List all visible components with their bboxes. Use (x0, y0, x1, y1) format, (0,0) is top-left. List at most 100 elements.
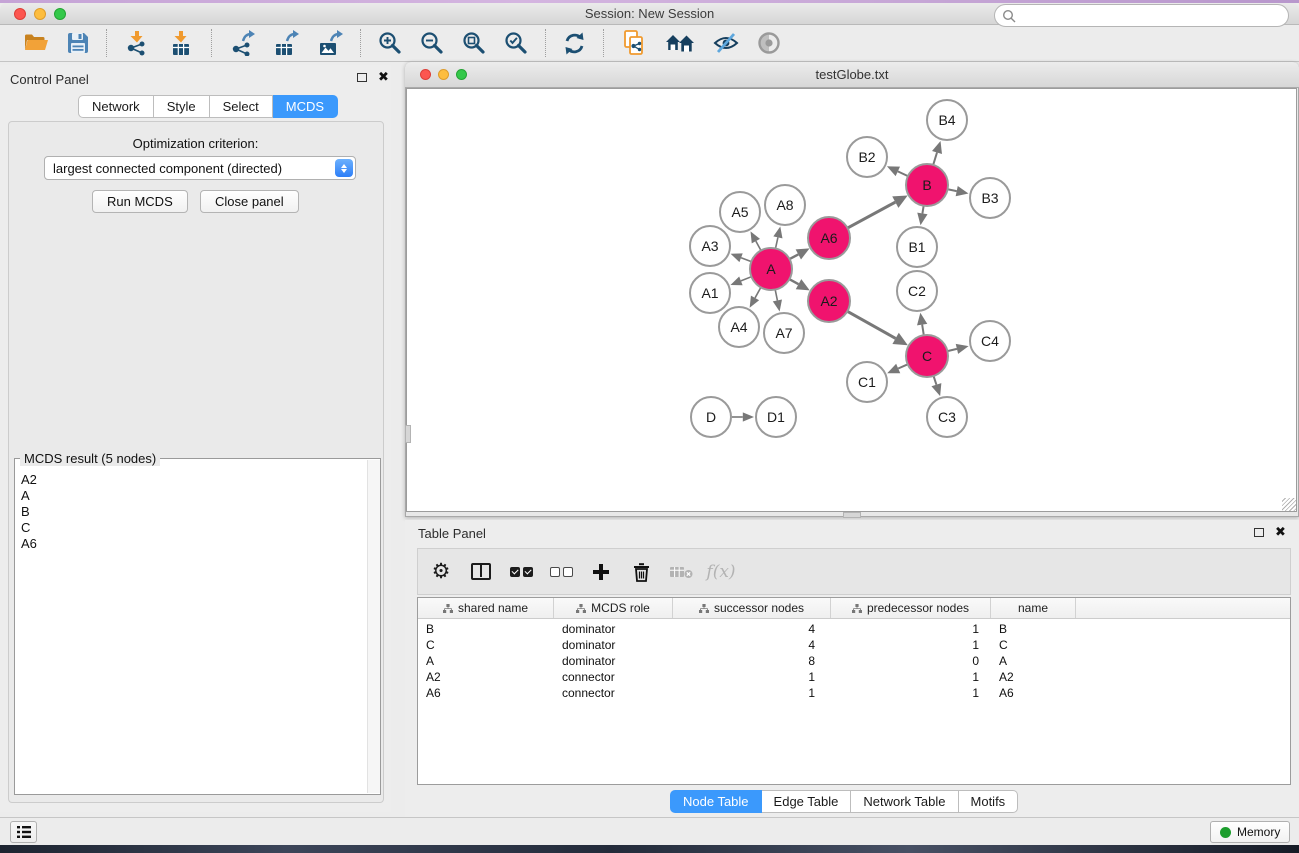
graph-edge-B-B2[interactable] (898, 171, 908, 176)
network-graph[interactable]: B4B2BB3A8A5A6A3B1AC2A1A2A4A7C4CC1C3DD1 (407, 89, 1296, 511)
column-header-name[interactable]: name (991, 598, 1076, 618)
run-mcds-button[interactable]: Run MCDS (92, 190, 188, 213)
tab-motifs[interactable]: Motifs (959, 790, 1019, 813)
minimize-window-button[interactable] (34, 8, 46, 20)
tab-network[interactable]: Network (78, 95, 154, 118)
mcds-result-item[interactable]: A (15, 488, 366, 504)
hide-details-button[interactable] (704, 27, 748, 59)
graph-edge-A-A4[interactable] (755, 287, 761, 298)
graph-edge-B-B3[interactable] (948, 189, 957, 191)
control-panel-title: Control Panel (10, 72, 89, 87)
zoom-in-button[interactable] (369, 27, 411, 59)
import-network-button[interactable] (115, 27, 159, 59)
graph-edge-C-C4[interactable] (947, 349, 956, 351)
criterion-dropdown[interactable]: largest connected component (directed) (44, 156, 356, 180)
close-view-button[interactable] (420, 69, 431, 80)
graph-edge-A-A5[interactable] (756, 241, 761, 250)
close-window-button[interactable] (14, 8, 26, 20)
graph-edge-A-A7[interactable] (775, 290, 777, 301)
tab-edge-table[interactable]: Edge Table (762, 790, 852, 813)
toggle-split-view-button[interactable] (466, 554, 496, 590)
mcds-result-item[interactable]: A2 (15, 472, 366, 488)
create-column-button[interactable] (586, 554, 616, 590)
graph-edge-A-A1[interactable] (741, 277, 752, 281)
table-cell: connector (554, 685, 673, 701)
clone-network-button[interactable] (612, 27, 656, 59)
table-row[interactable]: A2connector11A2 (418, 669, 1290, 685)
export-image-button[interactable] (308, 27, 352, 59)
tab-select[interactable]: Select (210, 95, 273, 118)
wallpaper-strip-bottom (0, 845, 1299, 853)
graph-edge-A-A8[interactable] (775, 237, 777, 248)
search-input[interactable] (1016, 7, 1288, 25)
graph-edge-B-B1[interactable] (922, 206, 923, 214)
column-header-MCDS-role[interactable]: MCDS role (554, 598, 673, 618)
tab-node-table[interactable]: Node Table (670, 790, 762, 813)
minimize-view-button[interactable] (438, 69, 449, 80)
save-session-button[interactable] (58, 27, 98, 59)
close-panel-button[interactable]: Close panel (200, 190, 299, 213)
tab-network-table[interactable]: Network Table (851, 790, 958, 813)
column-header-predecessor-nodes[interactable]: predecessor nodes (831, 598, 991, 618)
zoom-window-button[interactable] (54, 8, 66, 20)
search-icon (1002, 9, 1016, 23)
table-row[interactable]: Bdominator41B (418, 621, 1290, 637)
table-cell: dominator (554, 653, 673, 669)
close-panel-icon[interactable]: ✖ (1275, 527, 1286, 537)
splitter-handle-bottom[interactable] (843, 512, 861, 518)
mcds-result-list[interactable]: A2ABCA6 (15, 472, 366, 793)
table-cell: 1 (831, 669, 991, 685)
column-header-successor-nodes[interactable]: successor nodes (673, 598, 831, 618)
graph-edge-arrowhead (773, 300, 782, 312)
float-panel-icon[interactable] (1254, 528, 1264, 537)
column-settings-button[interactable]: ⚙ (426, 554, 456, 590)
browse-home-button[interactable] (656, 27, 704, 59)
zoom-out-button[interactable] (411, 27, 453, 59)
plus-icon (592, 563, 610, 581)
deselect-all-rows-button[interactable] (546, 554, 576, 590)
table-cell: A6 (418, 685, 554, 701)
delete-table-button[interactable] (666, 554, 696, 590)
export-table-button[interactable] (264, 27, 308, 59)
splitter-handle-left[interactable] (405, 425, 411, 443)
mcds-result-item[interactable]: C (15, 520, 366, 536)
mcds-result-scrollbar[interactable] (367, 460, 380, 793)
function-builder-button[interactable]: f(x) (706, 554, 736, 590)
column-header-shared-name[interactable]: shared name (418, 598, 554, 618)
graph-edge-C-C2[interactable] (922, 325, 924, 336)
graph-edge-C-C3[interactable] (934, 376, 937, 385)
zoom-selected-button[interactable] (495, 27, 537, 59)
refresh-layout-button[interactable] (554, 27, 595, 59)
table-row[interactable]: Cdominator41C (418, 637, 1290, 653)
zoom-fit-button[interactable] (453, 27, 495, 59)
select-all-rows-button[interactable] (506, 554, 536, 590)
graph-edge-C-C1[interactable] (898, 364, 908, 368)
open-session-button[interactable] (14, 27, 58, 59)
tab-mcds[interactable]: MCDS (273, 95, 338, 118)
table-row[interactable]: A6connector11A6 (418, 685, 1290, 701)
zoom-fit-icon (462, 31, 486, 55)
table-row[interactable]: Adominator80A (418, 653, 1290, 669)
graph-edge-A-A2[interactable] (789, 279, 798, 284)
graph-edge-A-A6[interactable] (790, 254, 799, 259)
show-details-button[interactable] (748, 27, 790, 59)
export-network-button[interactable] (220, 27, 264, 59)
float-panel-icon[interactable] (357, 73, 367, 82)
mcds-result-item[interactable]: B (15, 504, 366, 520)
delete-columns-button[interactable] (626, 554, 656, 590)
network-canvas[interactable]: B4B2BB3A8A5A6A3B1AC2A1A2A4A7C4CC1C3DD1 (406, 88, 1297, 512)
table-cell: dominator (554, 621, 673, 637)
graph-edge-B-B4[interactable] (933, 152, 937, 164)
graph-edge-A2-C[interactable] (847, 311, 895, 338)
memory-button[interactable]: Memory (1210, 821, 1290, 843)
window-resize-grip[interactable] (1282, 498, 1296, 511)
mcds-result-title: MCDS result (5 nodes) (20, 451, 160, 466)
import-table-button[interactable] (159, 27, 203, 59)
mcds-result-item[interactable]: A6 (15, 536, 366, 552)
zoom-view-button[interactable] (456, 69, 467, 80)
graph-edge-A-A3[interactable] (741, 258, 751, 262)
task-history-button[interactable] (10, 821, 37, 843)
graph-edge-A6-B[interactable] (847, 202, 895, 228)
close-panel-icon[interactable]: ✖ (378, 72, 389, 82)
tab-style[interactable]: Style (154, 95, 210, 118)
